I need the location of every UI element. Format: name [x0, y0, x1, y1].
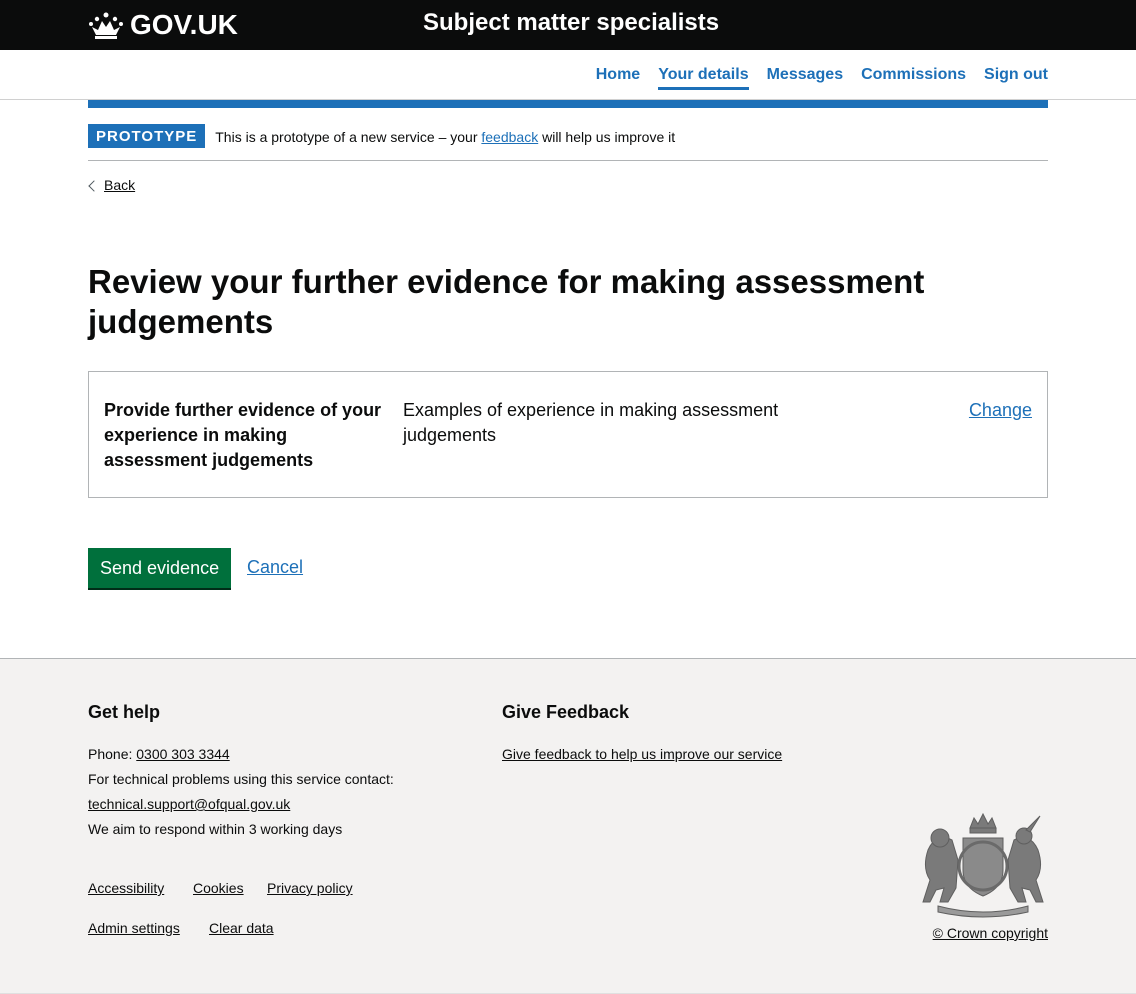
- logo-text: GOV.UK: [130, 9, 238, 40]
- phase-tag: PROTOTYPE: [88, 124, 206, 148]
- feedback-link[interactable]: feedback: [481, 129, 538, 145]
- footer-link-accessibility[interactable]: Accessibility: [88, 880, 164, 896]
- header: GOV.UK Subject matter specialists: [0, 0, 1136, 50]
- summary-key: Provide further evidence of your experie…: [104, 400, 382, 470]
- change-link[interactable]: Change: [969, 398, 1032, 423]
- support-email-link[interactable]: technical.support@ofqual.gov.uk: [88, 796, 290, 812]
- summary-value: Examples of experience in making assessm…: [403, 400, 779, 445]
- send-evidence-button[interactable]: Send evidence: [88, 548, 232, 588]
- nav-item-your-details[interactable]: Your details: [658, 66, 749, 90]
- footer-link-admin-settings[interactable]: Admin settings: [88, 920, 180, 936]
- phone-link[interactable]: 0300 303 3344: [136, 746, 229, 762]
- nav-item-commissions[interactable]: Commissions: [861, 66, 966, 87]
- page-title: Review your further evidence for making …: [88, 263, 925, 340]
- royal-coat-of-arms-icon: [922, 812, 1044, 918]
- give-feedback-link[interactable]: Give feedback to help us improve our ser…: [502, 746, 782, 762]
- tech-support-text: For technical problems using this servic…: [88, 771, 394, 787]
- phase-text-before: This is a prototype of a new service – y…: [215, 129, 482, 145]
- footer-link-cookies[interactable]: Cookies: [193, 880, 244, 896]
- header-accent-bar: [88, 100, 1048, 108]
- footer: Get help Phone: 0300 303 3344 For techni…: [0, 658, 1136, 994]
- service-name-link[interactable]: Subject matter specialists: [423, 9, 719, 37]
- get-help-heading: Get help: [88, 702, 161, 722]
- summary-card: Provide further evidence of your experie…: [88, 371, 1048, 498]
- nav-item-home[interactable]: Home: [596, 66, 640, 87]
- crown-icon: [89, 12, 123, 39]
- footer-link-privacy-policy[interactable]: Privacy policy: [267, 880, 353, 896]
- nav-item-sign-out[interactable]: Sign out: [984, 66, 1048, 87]
- phase-banner: PROTOTYPE This is a prototype of a new s…: [88, 124, 1048, 161]
- crown-copyright-link[interactable]: © Crown copyright: [933, 925, 1048, 941]
- primary-navigation: Home Your details Messages Commissions S…: [0, 50, 1136, 100]
- back-link[interactable]: Back: [104, 177, 135, 193]
- nav-item-messages[interactable]: Messages: [767, 66, 844, 87]
- chevron-left-icon: [88, 179, 100, 192]
- email-line: technical.support@ofqual.gov.uk: [88, 792, 290, 817]
- give-feedback-heading: Give Feedback: [502, 702, 630, 722]
- phase-text-after: will help us improve it: [538, 129, 676, 145]
- response-time-text: We aim to respond within 3 working days: [88, 821, 343, 837]
- phone-label: Phone:: [88, 746, 137, 762]
- cancel-link[interactable]: Cancel: [247, 557, 303, 578]
- phone-line: Phone: 0300 303 3344: [88, 742, 230, 767]
- back-link-container: Back: [88, 177, 135, 193]
- phase-banner-text: This is a prototype of a new service – y…: [215, 124, 675, 145]
- govuk-logo-link[interactable]: GOV.UK: [88, 8, 238, 42]
- feedback-line: Give feedback to help us improve our ser…: [502, 742, 782, 767]
- footer-link-clear-data[interactable]: Clear data: [209, 920, 274, 936]
